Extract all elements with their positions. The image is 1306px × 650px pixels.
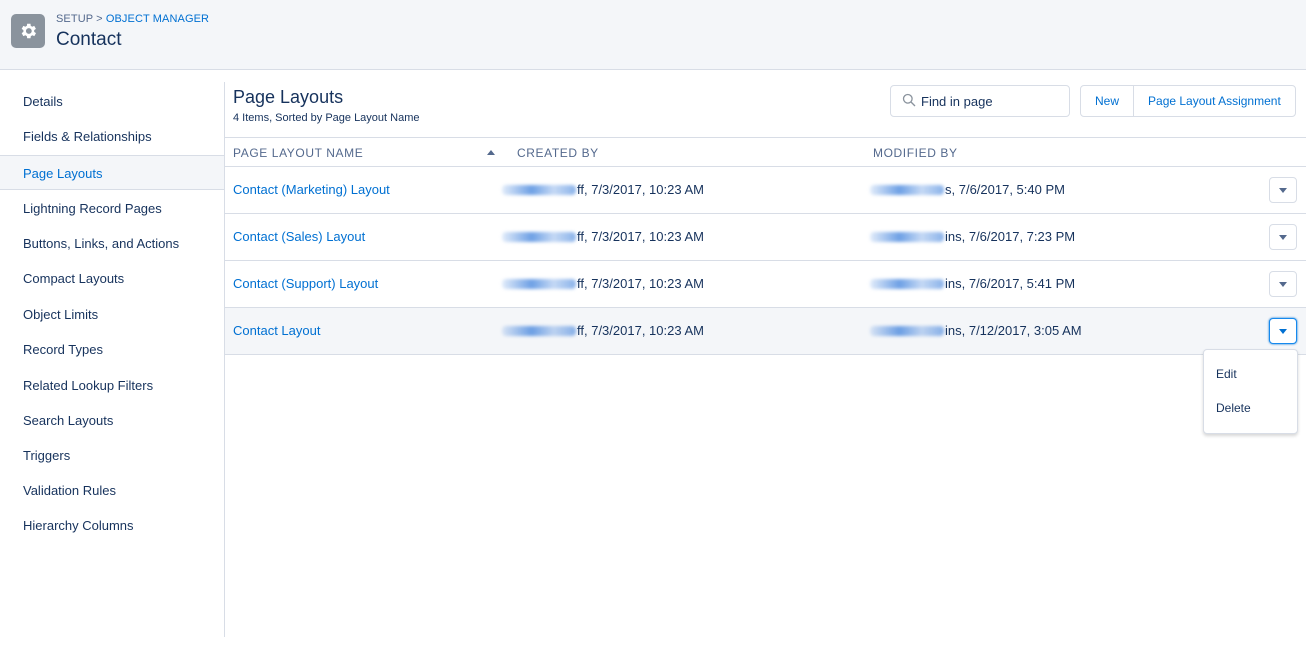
new-button[interactable]: New bbox=[1081, 86, 1133, 116]
redacted-user-name bbox=[870, 279, 944, 289]
sidebar-item-details[interactable]: Details bbox=[0, 84, 224, 119]
header-button-group: New Page Layout Assignment bbox=[1080, 85, 1296, 117]
modified-by-text: s, 7/6/2017, 5:40 PM bbox=[945, 182, 1065, 197]
breadcrumb-setup[interactable]: SETUP bbox=[56, 13, 93, 25]
modified-by-text: ins, 7/12/2017, 3:05 AM bbox=[945, 323, 1082, 338]
gear-icon bbox=[11, 14, 45, 48]
modified-by-text: ins, 7/6/2017, 7:23 PM bbox=[945, 229, 1076, 244]
redacted-user-name bbox=[502, 232, 576, 242]
object-header: SETUP > OBJECT MANAGER Contact bbox=[0, 0, 1306, 70]
modified-by-cell: s, 7/6/2017, 5:40 PM bbox=[870, 167, 1065, 213]
menu-item-delete[interactable]: Delete bbox=[1204, 391, 1297, 425]
page-title: Page Layouts bbox=[233, 87, 344, 107]
object-title: Contact bbox=[56, 29, 122, 50]
modified-by-cell: ins, 7/6/2017, 7:23 PM bbox=[870, 214, 1075, 260]
redacted-user-name bbox=[870, 326, 944, 336]
sidebar-item-search-layouts[interactable]: Search Layouts bbox=[0, 403, 224, 438]
sidebar-item-hierarchy-columns[interactable]: Hierarchy Columns bbox=[0, 508, 224, 543]
created-by-cell: ff, 7/3/2017, 10:23 AM bbox=[502, 167, 704, 213]
column-header-page-layout-name[interactable]: PAGE LAYOUT NAME bbox=[233, 138, 363, 168]
row-actions-button[interactable] bbox=[1269, 177, 1297, 203]
row-actions-button[interactable] bbox=[1269, 318, 1297, 344]
table-row: Contact (Marketing) Layout ff, 7/3/2017,… bbox=[225, 167, 1306, 214]
sidebar-item-buttons-links-actions[interactable]: Buttons, Links, and Actions bbox=[0, 226, 224, 261]
sidebar-item-validation-rules[interactable]: Validation Rules bbox=[0, 473, 224, 508]
chevron-down-icon bbox=[1279, 188, 1287, 193]
sidebar-item-triggers[interactable]: Triggers bbox=[0, 438, 224, 473]
sidebar-item-compact-layouts[interactable]: Compact Layouts bbox=[0, 261, 224, 296]
redacted-user-name bbox=[870, 185, 944, 195]
layout-name-link[interactable]: Contact (Sales) Layout bbox=[233, 214, 365, 260]
created-by-text: ff, 7/3/2017, 10:23 AM bbox=[577, 182, 704, 197]
table-header: PAGE LAYOUT NAME CREATED BY MODIFIED BY bbox=[225, 137, 1306, 167]
table-row: Contact (Support) Layout ff, 7/3/2017, 1… bbox=[225, 261, 1306, 308]
created-by-text: ff, 7/3/2017, 10:23 AM bbox=[577, 229, 704, 244]
sort-ascending-icon[interactable] bbox=[487, 150, 495, 155]
find-in-page-box bbox=[890, 85, 1070, 117]
chevron-down-icon bbox=[1279, 235, 1287, 240]
sidebar-item-fields-relationships[interactable]: Fields & Relationships bbox=[0, 119, 224, 154]
redacted-user-name bbox=[870, 232, 944, 242]
row-actions-button[interactable] bbox=[1269, 224, 1297, 250]
sidebar: Details Fields & Relationships Page Layo… bbox=[0, 82, 225, 637]
created-by-text: ff, 7/3/2017, 10:23 AM bbox=[577, 276, 704, 291]
created-by-cell: ff, 7/3/2017, 10:23 AM bbox=[502, 308, 704, 354]
main-content: Page Layouts 4 Items, Sorted by Page Lay… bbox=[225, 82, 1306, 637]
page-layout-assignment-button[interactable]: Page Layout Assignment bbox=[1133, 86, 1295, 116]
redacted-user-name bbox=[502, 185, 576, 195]
breadcrumb-separator: > bbox=[96, 13, 103, 25]
created-by-text: ff, 7/3/2017, 10:23 AM bbox=[577, 323, 704, 338]
page-layouts-table: PAGE LAYOUT NAME CREATED BY MODIFIED BY … bbox=[225, 137, 1306, 355]
row-actions-menu: Edit Delete bbox=[1203, 349, 1298, 434]
breadcrumb-object-manager[interactable]: OBJECT MANAGER bbox=[106, 13, 209, 25]
column-header-created-by[interactable]: CREATED BY bbox=[517, 138, 599, 168]
column-header-modified-by[interactable]: MODIFIED BY bbox=[873, 138, 958, 168]
table-row: Contact (Sales) Layout ff, 7/3/2017, 10:… bbox=[225, 214, 1306, 261]
layout-name-link[interactable]: Contact (Marketing) Layout bbox=[233, 167, 390, 213]
row-actions-button[interactable] bbox=[1269, 271, 1297, 297]
sidebar-item-related-lookup-filters[interactable]: Related Lookup Filters bbox=[0, 368, 224, 403]
created-by-cell: ff, 7/3/2017, 10:23 AM bbox=[502, 214, 704, 260]
sidebar-item-object-limits[interactable]: Object Limits bbox=[0, 297, 224, 332]
redacted-user-name bbox=[502, 279, 576, 289]
chevron-down-icon bbox=[1279, 329, 1287, 334]
modified-by-cell: ins, 7/6/2017, 5:41 PM bbox=[870, 261, 1075, 307]
modified-by-text: ins, 7/6/2017, 5:41 PM bbox=[945, 276, 1076, 291]
modified-by-cell: ins, 7/12/2017, 3:05 AM bbox=[870, 308, 1082, 354]
page-subtitle: 4 Items, Sorted by Page Layout Name bbox=[233, 112, 420, 124]
layout-name-link[interactable]: Contact Layout bbox=[233, 308, 320, 354]
layout-name-link[interactable]: Contact (Support) Layout bbox=[233, 261, 378, 307]
sidebar-item-record-types[interactable]: Record Types bbox=[0, 332, 224, 367]
menu-item-edit[interactable]: Edit bbox=[1204, 357, 1297, 391]
sidebar-item-page-layouts[interactable]: Page Layouts bbox=[0, 155, 224, 190]
search-icon bbox=[902, 93, 916, 107]
table-row: Contact Layout ff, 7/3/2017, 10:23 AM in… bbox=[225, 308, 1306, 355]
redacted-user-name bbox=[502, 326, 576, 336]
chevron-down-icon bbox=[1279, 282, 1287, 287]
sidebar-item-lightning-record-pages[interactable]: Lightning Record Pages bbox=[0, 191, 224, 226]
find-in-page-input[interactable] bbox=[921, 91, 1061, 111]
created-by-cell: ff, 7/3/2017, 10:23 AM bbox=[502, 261, 704, 307]
breadcrumb: SETUP > OBJECT MANAGER bbox=[56, 13, 209, 25]
